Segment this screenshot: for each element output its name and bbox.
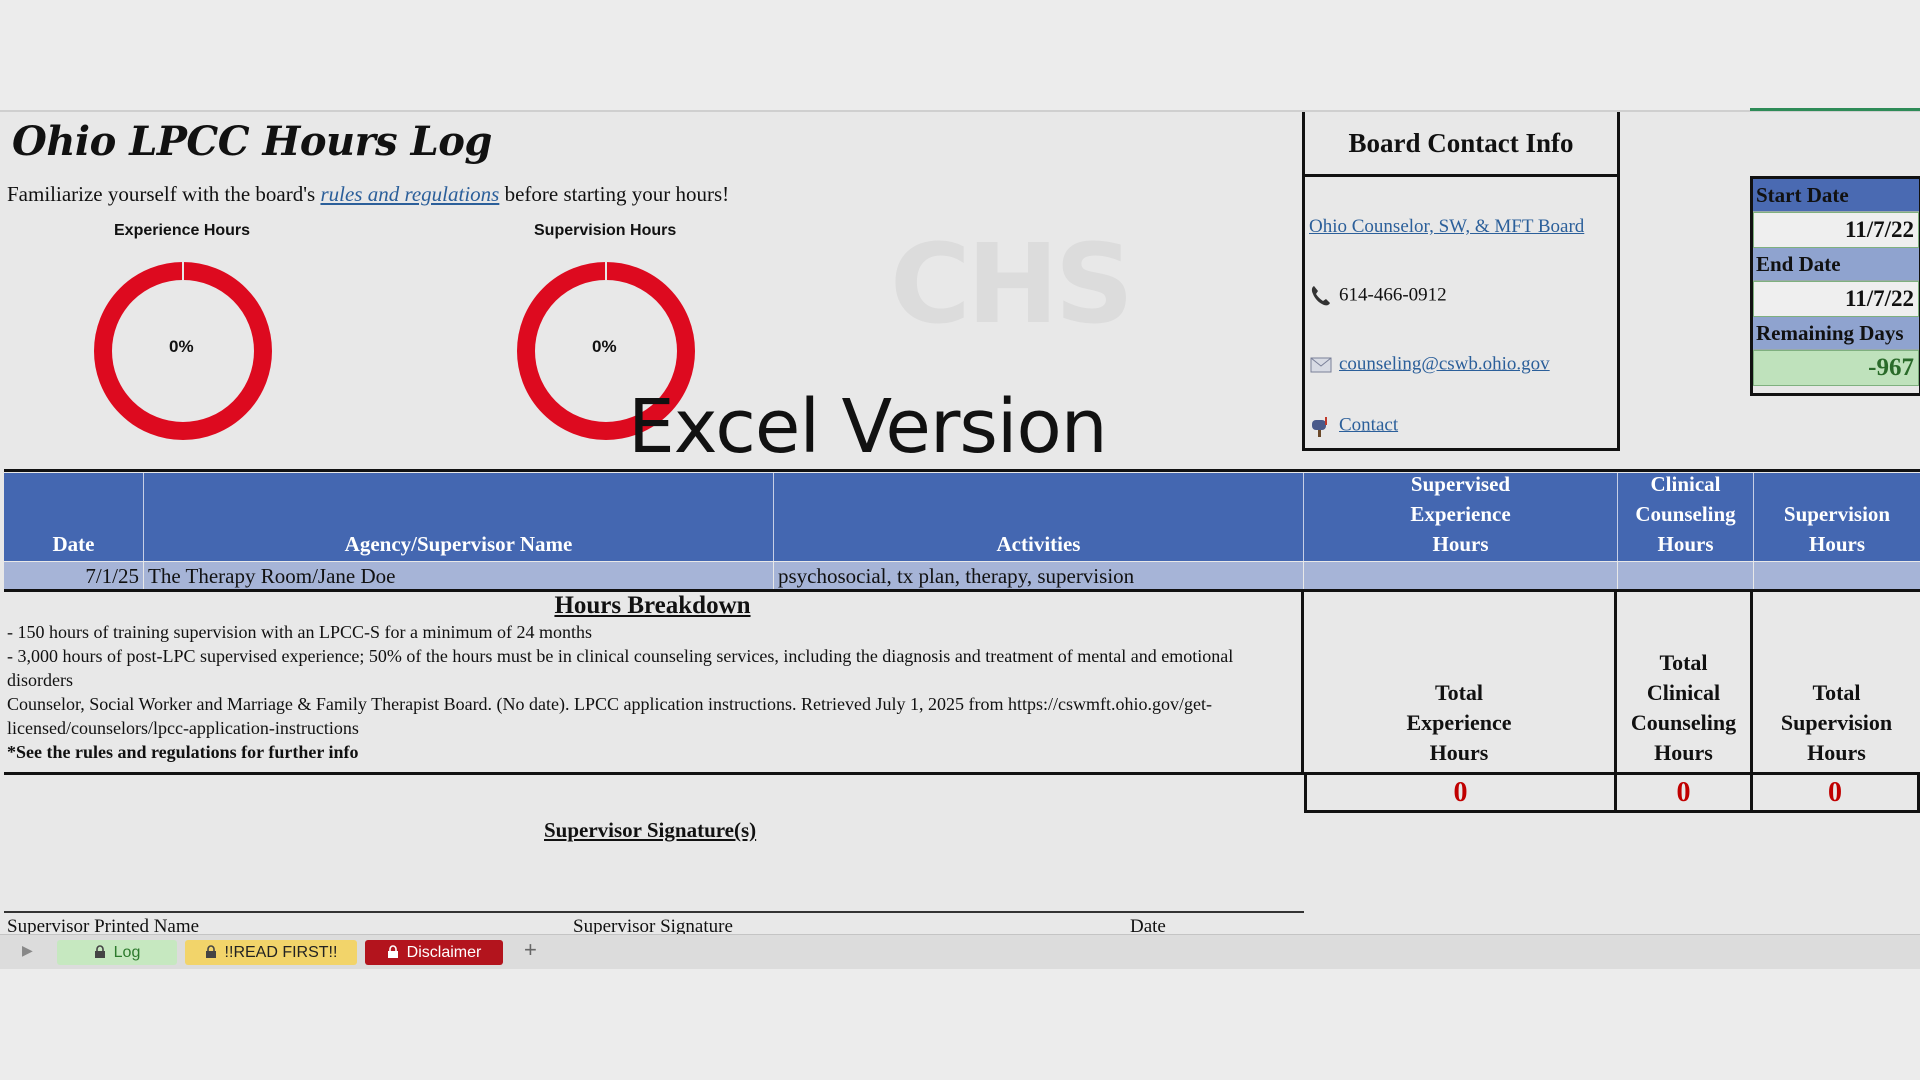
total-clin-line2: Clinical <box>1646 680 1721 705</box>
total-clin-line3: Counseling <box>1630 710 1737 735</box>
total-clin-line1: Total <box>1659 650 1708 675</box>
experience-percent: 0% <box>169 337 194 356</box>
total-exp-line3: Hours <box>1429 740 1489 765</box>
total-exp-line2: Experience <box>1406 710 1512 735</box>
header-clinical-line1: Clinical <box>1650 472 1721 496</box>
sheet-tab-bar: ▶ Log !!READ FIRST!! Disclaimer + <box>0 934 1920 969</box>
dates-panel: Start Date 11/7/22 End Date 11/7/22 Rema… <box>1750 176 1920 396</box>
header-date[interactable]: Date <box>4 473 144 561</box>
total-exp-line1: Total <box>1434 680 1484 705</box>
total-clinical-label: Total Clinical Counseling Hours <box>1617 592 1753 772</box>
page-title: Ohio LPCC Hours Log <box>12 118 492 165</box>
signature-line <box>4 911 1304 913</box>
breakdown-note: *See the rules and regulations for furth… <box>7 742 359 762</box>
total-sup-line3: Hours <box>1807 740 1866 765</box>
remaining-days-cell[interactable]: -967 <box>1753 350 1919 386</box>
tab-disclaimer-label: Disclaimer <box>406 944 482 961</box>
table-top-rule <box>4 469 1920 472</box>
header-activities[interactable]: Activities <box>774 473 1304 561</box>
end-date-cell[interactable]: 11/7/22 <box>1753 281 1919 317</box>
board-contact-box: Board Contact Info Ohio Counselor, SW, &… <box>1302 112 1620 451</box>
supervisor-signature-title: Supervisor Signature(s) <box>544 818 757 842</box>
total-sup-line2: Supervision <box>1780 710 1893 735</box>
row-clinical-cell[interactable] <box>1618 562 1754 590</box>
experience-chart-label: Experience Hours <box>114 222 251 239</box>
breakdown-line-2: - 3,000 hours of post-LPC supervised exp… <box>7 646 1234 690</box>
lock-icon <box>387 945 398 958</box>
row-supervised-cell[interactable] <box>1304 562 1618 590</box>
header-supervision-hours[interactable]: Supervision Hours <box>1754 473 1920 561</box>
email-row: counseling@cswb.ohio.gov <box>1309 353 1550 377</box>
total-experience-label: Total Experience Hours <box>1304 592 1617 772</box>
lock-icon <box>94 945 105 958</box>
breakdown-line-1: - 150 hours of training supervision with… <box>7 622 592 642</box>
logo-watermark: CHS <box>890 220 1134 348</box>
log-table-header: Date Agency/Supervisor Name Activities S… <box>4 472 1920 561</box>
contact-link[interactable]: Contact <box>1339 414 1398 435</box>
intro-after: before starting your hours! <box>499 182 730 206</box>
total-clinical-value[interactable]: 0 <box>1617 775 1753 813</box>
phone-icon <box>1311 286 1330 306</box>
lock-icon <box>205 945 216 958</box>
selection-accent <box>1750 108 1920 111</box>
start-date-cell[interactable]: 11/7/22 <box>1753 212 1919 248</box>
tab-read-first-label: !!READ FIRST!! <box>224 944 338 961</box>
header-clinical-line2: Counseling <box>1635 502 1736 526</box>
row-agency-cell[interactable]: The Therapy Room/Jane Doe <box>144 562 774 590</box>
table-row: 7/1/25 The Therapy Room/Jane Doe psychos… <box>4 562 1920 590</box>
total-experience-value[interactable]: 0 <box>1304 775 1617 813</box>
excel-version-overlay: Excel Version <box>628 384 1108 470</box>
start-date-label: Start Date <box>1753 179 1919 212</box>
intro-before: Familiarize yourself with the board's <box>7 182 321 206</box>
end-date-label: End Date <box>1753 248 1919 281</box>
board-contact-heading: Board Contact Info <box>1305 112 1617 177</box>
phone-row: 614-466-0912 <box>1309 284 1447 308</box>
remaining-days-label: Remaining Days <box>1753 317 1919 350</box>
tab-log-label: Log <box>113 944 141 961</box>
tab-log[interactable]: Log <box>57 940 177 965</box>
header-agency[interactable]: Agency/Supervisor Name <box>144 473 774 561</box>
header-supervised-experience[interactable]: Supervised Experience Hours <box>1304 472 1618 561</box>
supervision-chart-label: Supervision Hours <box>534 222 677 239</box>
header-supervision-line2: Hours <box>1808 532 1865 556</box>
header-supervised-line2: Experience <box>1410 502 1511 526</box>
breakdown-title: Hours Breakdown <box>554 592 751 619</box>
row-supervision-cell[interactable] <box>1754 562 1920 590</box>
phone-number: 614-466-0912 <box>1339 284 1447 306</box>
contact-row: Contact <box>1309 414 1398 438</box>
breakdown-line-3: Counselor, Social Worker and Marriage & … <box>7 694 1212 738</box>
supervision-percent: 0% <box>592 337 617 356</box>
tab-disclaimer[interactable]: Disclaimer <box>365 940 503 965</box>
header-supervised-line1: Supervised <box>1410 472 1511 496</box>
total-sup-line1: Total <box>1812 680 1861 705</box>
mailbox-icon <box>1312 417 1327 437</box>
header-supervision-line1: Supervision <box>1783 502 1891 526</box>
header-clinical-line3: Hours <box>1657 532 1714 556</box>
play-arrow-icon[interactable]: ▶ <box>22 942 33 959</box>
total-clin-line4: Hours <box>1654 740 1713 765</box>
board-website-link[interactable]: Ohio Counselor, SW, & MFT Board <box>1309 216 1584 237</box>
header-supervised-line3: Hours <box>1432 532 1489 556</box>
header-clinical-counseling[interactable]: Clinical Counseling Hours <box>1618 472 1754 561</box>
row-activities-cell[interactable]: psychosocial, tx plan, therapy, supervis… <box>774 562 1304 590</box>
rules-link[interactable]: rules and regulations <box>320 182 499 206</box>
hours-breakdown-section: Hours Breakdown - 150 hours of training … <box>4 592 1304 772</box>
top-divider <box>0 110 1920 112</box>
board-link-row: Ohio Counselor, SW, & MFT Board <box>1309 216 1584 238</box>
email-link[interactable]: counseling@cswb.ohio.gov <box>1339 353 1550 374</box>
plus-icon[interactable]: + <box>524 937 537 963</box>
intro-text: Familiarize yourself with the board's ru… <box>7 182 729 207</box>
total-supervision-value[interactable]: 0 <box>1753 775 1920 813</box>
row-date-cell[interactable]: 7/1/25 <box>4 562 144 590</box>
envelope-icon <box>1310 357 1332 373</box>
total-supervision-label: Total Supervision Hours <box>1753 592 1920 772</box>
tab-read-first[interactable]: !!READ FIRST!! <box>185 940 357 965</box>
